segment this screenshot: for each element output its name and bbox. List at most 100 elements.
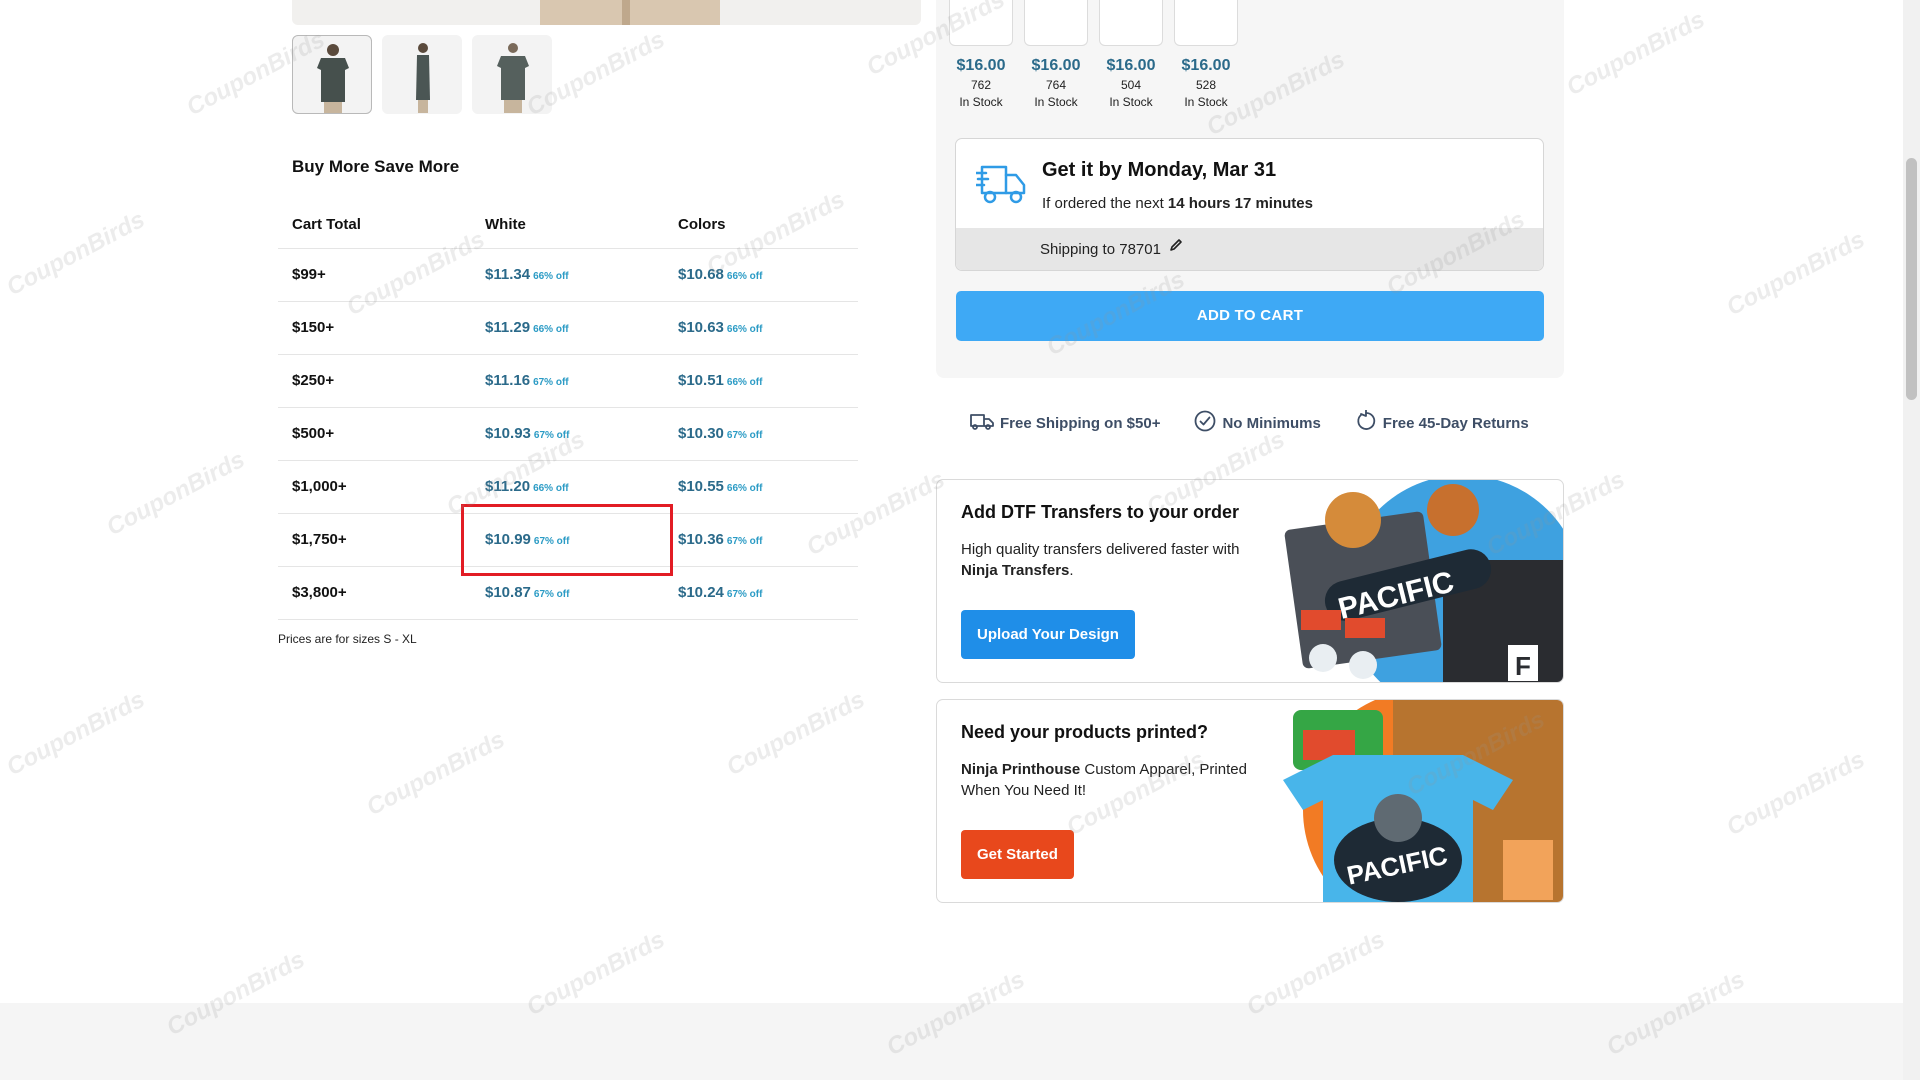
white-discount: 67% off — [533, 430, 570, 441]
print-promo-title: Need your products printed? — [961, 722, 1209, 742]
watermark-text: CouponBirds — [1722, 745, 1870, 842]
table-row: $250+ $11.16 67% off $10.51 66% off — [278, 354, 858, 408]
white-price: $11.29 — [485, 319, 531, 336]
table-row: $1,750+ $10.99 67% off $10.36 67% off — [278, 513, 858, 567]
header-colors: Colors — [664, 202, 858, 249]
watermark-text: CouponBirds — [2, 205, 150, 302]
truck-icon — [970, 411, 994, 435]
delivery-cutoff-time: 14 hours 17 minutes — [1167, 195, 1313, 212]
colors-price-cell: $10.36 67% off — [664, 513, 858, 567]
colors-price-cell: $10.68 66% off — [664, 248, 858, 302]
size-option: $16.00 764 In Stock — [1024, 0, 1088, 109]
perks-bar: Free Shipping on $50+ No Minimums Free 4… — [970, 409, 1540, 436]
white-price-cell: $11.16 67% off — [471, 354, 664, 408]
size-quantity-input[interactable] — [1024, 0, 1088, 46]
colors-price: $10.51 — [678, 372, 724, 389]
product-page: Buy More Save More Cart Total White Colo… — [0, 0, 1920, 1080]
size-stock-status: In Stock — [959, 95, 1003, 109]
tier-cell: $150+ — [278, 301, 471, 355]
print-promo-text: Ninja Printhouse Custom Apparel, Printed… — [961, 759, 1261, 801]
dtf-promo-brand: Ninja Transfers — [961, 562, 1070, 579]
header-cart-total: Cart Total — [278, 202, 471, 249]
delivery-cutoff: If ordered the next 14 hours 17 minutes — [1042, 195, 1313, 212]
table-row: $3,800+ $10.87 67% off $10.24 67% off — [278, 566, 858, 620]
tier-cell: $1,000+ — [278, 460, 471, 514]
white-discount: 67% off — [533, 589, 570, 600]
tier-cell: $1,750+ — [278, 513, 471, 567]
size-quantity-input[interactable] — [1099, 0, 1163, 46]
bulk-pricing-title: Buy More Save More — [292, 157, 460, 176]
thumbnail-list — [292, 35, 552, 114]
tier-cell: $250+ — [278, 354, 471, 408]
size-stock-count: 764 — [1045, 78, 1067, 92]
colors-price-cell: $10.55 66% off — [664, 460, 858, 514]
white-price-cell: $10.93 67% off — [471, 407, 664, 461]
colors-discount: 67% off — [726, 589, 763, 600]
shipping-zip: Shipping to 78701 — [1040, 241, 1161, 258]
print-promo-artwork: PACIFIC — [1283, 700, 1563, 902]
white-price-cell: $11.20 66% off — [471, 460, 664, 514]
colors-price: $10.68 — [678, 266, 724, 283]
size-price: $16.00 — [956, 57, 1006, 74]
perk-free-returns: Free 45-Day Returns — [1355, 409, 1529, 436]
check-circle-icon — [1194, 410, 1216, 436]
colors-discount: 67% off — [726, 536, 763, 547]
thumbnail-side[interactable] — [382, 35, 462, 114]
size-selector: $16.00 762 In Stock $16.00 764 In Stock … — [949, 0, 1238, 109]
white-price-cell: $10.99 67% off — [471, 513, 664, 567]
product-image-shadow — [622, 0, 630, 25]
colors-discount: 66% off — [726, 324, 763, 335]
white-price: $10.93 — [485, 425, 531, 442]
colors-price: $10.63 — [678, 319, 724, 336]
colors-price: $10.36 — [678, 531, 724, 548]
table-row: $500+ $10.93 67% off $10.30 67% off — [278, 407, 858, 461]
size-quantity-input[interactable] — [949, 0, 1013, 46]
white-discount: 67% off — [533, 377, 569, 388]
table-row: $99+ $11.34 66% off $10.68 66% off — [278, 248, 858, 302]
size-stock-count: 528 — [1195, 78, 1217, 92]
main-product-image[interactable] — [292, 0, 921, 25]
white-price-cell: $11.34 66% off — [471, 248, 664, 302]
colors-price-cell: $10.63 66% off — [664, 301, 858, 355]
size-quantity-input[interactable] — [1174, 0, 1238, 46]
perk-no-minimums: No Minimums — [1194, 410, 1321, 436]
add-to-cart-button[interactable]: ADD TO CART — [956, 291, 1544, 341]
svg-text:F: F — [1515, 651, 1531, 681]
colors-price: $10.30 — [678, 425, 724, 442]
watermark-text: CouponBirds — [362, 725, 510, 822]
size-stock-status: In Stock — [1109, 95, 1153, 109]
perk-label: Free 45-Day Returns — [1382, 414, 1529, 432]
perk-label: Free Shipping on $50+ — [1000, 414, 1161, 432]
dtf-promo-text-suffix: . — [1069, 562, 1074, 579]
dtf-promo-title: Add DTF Transfers to your order — [961, 502, 1240, 522]
colors-price: $10.24 — [678, 584, 724, 601]
colors-price: $10.55 — [678, 478, 724, 495]
colors-price-cell: $10.30 67% off — [664, 407, 858, 461]
tier-cell: $3,800+ — [278, 566, 471, 620]
scrollbar-thumb[interactable] — [1906, 158, 1917, 400]
table-header-row: Cart Total White Colors — [278, 202, 858, 249]
header-white: White — [471, 202, 664, 249]
upload-design-button[interactable]: Upload Your Design — [961, 610, 1135, 659]
dtf-promo-text: High quality transfers delivered faster … — [961, 539, 1261, 581]
white-price-cell: $11.29 66% off — [471, 301, 664, 355]
watermark-text: CouponBirds — [1722, 225, 1870, 322]
get-started-button[interactable]: Get Started — [961, 830, 1074, 879]
tier-cell: $500+ — [278, 407, 471, 461]
page-scrollbar[interactable] — [1903, 0, 1920, 1080]
colors-discount: 66% off — [726, 271, 763, 282]
shipping-zip-bar[interactable]: Shipping to 78701 — [956, 228, 1543, 270]
printhouse-promo: Need your products printed? Ninja Printh… — [936, 699, 1564, 903]
thumbnail-front[interactable] — [292, 35, 372, 114]
size-pricing-note: Prices are for sizes S - XL — [278, 632, 417, 646]
pencil-icon[interactable] — [1169, 238, 1183, 257]
thumbnail-back[interactable] — [472, 35, 552, 114]
colors-discount: 67% off — [726, 430, 763, 441]
size-stock-status: In Stock — [1184, 95, 1228, 109]
white-price: $10.99 — [485, 531, 531, 548]
size-price: $16.00 — [1181, 57, 1231, 74]
white-price: $11.16 — [485, 372, 531, 389]
watermark-text: CouponBirds — [1562, 5, 1710, 102]
table-row: $150+ $11.29 66% off $10.63 66% off — [278, 301, 858, 355]
size-price: $16.00 — [1106, 57, 1156, 74]
